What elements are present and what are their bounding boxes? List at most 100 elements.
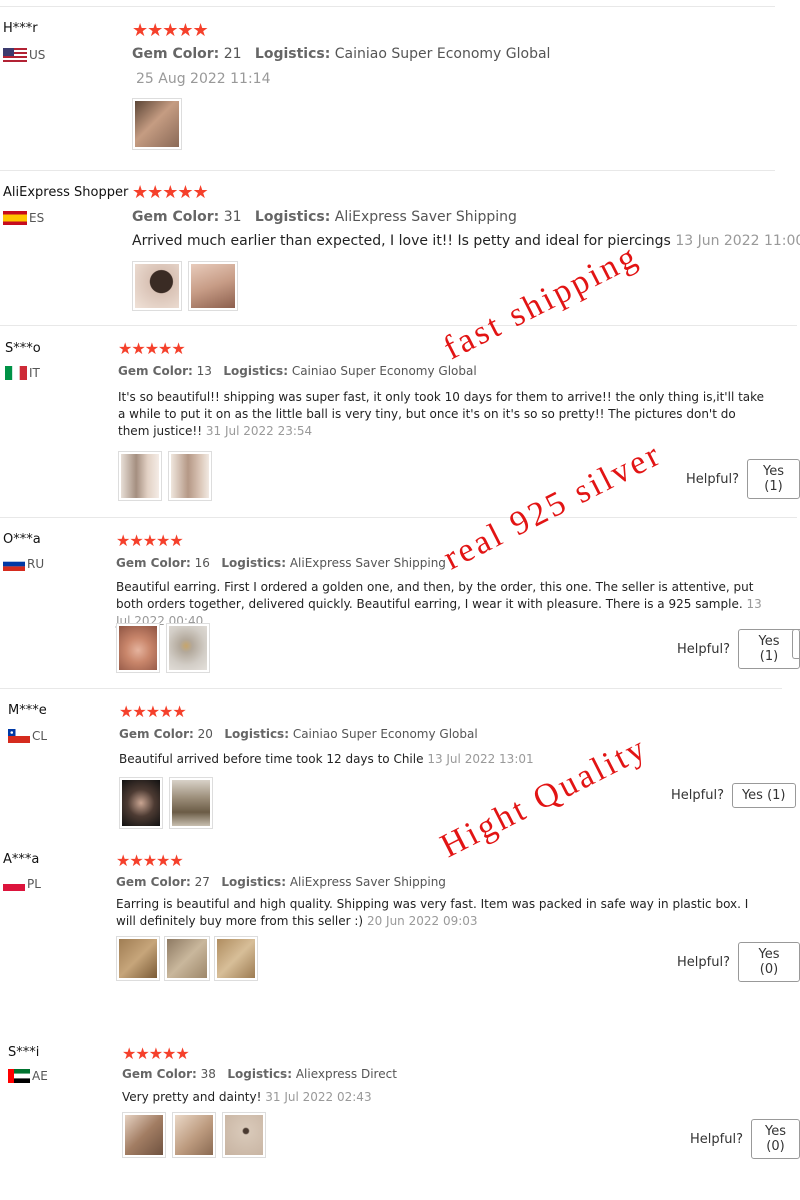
es-flag-icon <box>3 211 27 225</box>
review-photo[interactable] <box>132 98 182 150</box>
helpful-section: Helpful? Yes (1) <box>671 783 796 808</box>
review-photo[interactable] <box>118 451 162 501</box>
next-button-edge[interactable] <box>792 629 800 659</box>
helpful-label: Helpful? <box>686 471 739 487</box>
gem-color-value: 31 <box>223 209 242 225</box>
review-photo[interactable] <box>132 261 182 311</box>
reviewer-name: S***i <box>8 1045 40 1060</box>
review-photo[interactable] <box>116 623 160 673</box>
review-meta: Gem Color: 38 Logistics: Aliexpress Dire… <box>122 1067 397 1081</box>
country-code: IT <box>29 366 40 380</box>
star-rating: ★★★★★ <box>118 339 186 358</box>
review-date: 31 Jul 2022 23:54 <box>205 424 313 438</box>
country-code: US <box>29 48 46 62</box>
review-photos <box>116 936 258 981</box>
gem-color-value: 27 <box>194 875 210 889</box>
helpful-yes-button[interactable]: Yes (1) <box>731 783 796 808</box>
country-code: AE <box>32 1069 48 1083</box>
review-photos <box>132 98 182 150</box>
review-meta: Gem Color: 27 Logistics: AliExpress Save… <box>116 875 446 889</box>
logistics-value: Cainiao Super Economy Global <box>291 364 477 378</box>
helpful-label: Helpful? <box>690 1131 743 1147</box>
ae-flag-icon <box>8 1069 30 1083</box>
review-photo[interactable] <box>172 1112 216 1158</box>
review-photo[interactable] <box>164 936 210 981</box>
review-photo[interactable] <box>119 777 163 829</box>
review-text: Earring is beautiful and high quality. S… <box>116 897 749 928</box>
review-date: 25 Aug 2022 11:14 <box>136 71 271 87</box>
reviewer-name: M***e <box>8 703 47 718</box>
logistics-value: Cainiao Super Economy Global <box>292 727 478 741</box>
reviewer-name: S***o <box>5 341 41 356</box>
it-flag-icon <box>5 366 27 380</box>
reviewer-country: CL <box>8 729 47 743</box>
review-photo[interactable] <box>188 261 238 311</box>
review-photo[interactable] <box>222 1112 266 1158</box>
gem-color-value: 16 <box>194 556 210 570</box>
logistics-value: Aliexpress Direct <box>295 1067 397 1081</box>
reviewer-name: O***a <box>3 532 41 547</box>
review-photos <box>132 261 238 311</box>
review-photos <box>118 451 212 501</box>
logistics-value: AliExpress Saver Shipping <box>289 556 446 570</box>
review-date: 31 Jul 2022 02:43 <box>265 1090 372 1104</box>
review-text: Very pretty and dainty! 31 Jul 2022 02:4… <box>122 1090 372 1104</box>
star-rating: ★★★★★ <box>119 702 187 721</box>
review-date: 20 Jun 2022 09:03 <box>366 914 478 928</box>
ru-flag-icon <box>3 557 25 571</box>
country-code: PL <box>27 877 41 891</box>
helpful-yes-button[interactable]: Yes (0) <box>750 1119 800 1159</box>
reviewer-country: ES <box>3 211 44 225</box>
helpful-label: Helpful? <box>677 954 730 970</box>
helpful-label: Helpful? <box>671 788 724 803</box>
country-code: CL <box>32 729 48 743</box>
helpful-section: Helpful? Yes (1) <box>677 629 800 669</box>
star-rating: ★★★★★ <box>132 20 209 41</box>
review-card: H***r US ★★★★★ Gem Color: 21 Logistics: … <box>0 0 800 170</box>
logistics-value: Cainiao Super Economy Global <box>334 46 551 62</box>
reviewer-country: RU <box>3 557 44 571</box>
star-rating: ★★★★★ <box>116 531 184 550</box>
reviewer-name: AliExpress Shopper <box>3 185 129 200</box>
review-photo[interactable] <box>168 451 212 501</box>
review-meta: Gem Color: 21 Logistics: Cainiao Super E… <box>132 46 551 62</box>
review-text: Arrived much earlier than expected, I lo… <box>132 233 800 250</box>
review-card: S***o IT ★★★★★ Gem Color: 13 Logistics: … <box>0 325 800 517</box>
helpful-section: Helpful? Yes (0) <box>677 942 800 982</box>
helpful-section: Helpful? Yes (0) <box>690 1119 800 1159</box>
gem-color-value: 13 <box>196 364 212 378</box>
helpful-yes-button[interactable]: Yes (0) <box>737 942 800 982</box>
review-meta: Gem Color: 31 Logistics: AliExpress Save… <box>132 209 517 225</box>
logistics-value: AliExpress Saver Shipping <box>289 875 446 889</box>
helpful-yes-button[interactable]: Yes (1) <box>737 629 800 669</box>
gem-color-value: 21 <box>223 46 242 62</box>
logistics-value: AliExpress Saver Shipping <box>334 209 517 225</box>
review-date: 13 Jul 2022 13:01 <box>427 752 534 766</box>
review-photos <box>119 777 213 829</box>
review-meta: Gem Color: 13 Logistics: Cainiao Super E… <box>118 364 477 378</box>
star-rating: ★★★★★ <box>132 182 209 203</box>
pl-flag-icon <box>3 877 25 891</box>
review-photo[interactable] <box>116 936 160 981</box>
review-card: S***i AE ★★★★★ Gem Color: 38 Logistics: … <box>0 1035 800 1195</box>
review-text: Beautiful arrived before time took 12 da… <box>119 752 534 766</box>
reviewer-name: A***a <box>3 852 40 867</box>
helpful-label: Helpful? <box>677 641 730 657</box>
reviewer-country: IT <box>5 366 40 380</box>
review-photo[interactable] <box>122 1112 166 1158</box>
review-text: It's so beautiful!! shipping was super f… <box>118 390 765 438</box>
helpful-section: Helpful? Yes (1) <box>686 459 800 499</box>
cl-flag-icon <box>8 729 30 743</box>
review-meta: Gem Color: 20 Logistics: Cainiao Super E… <box>119 727 478 741</box>
review-photo[interactable] <box>214 936 258 981</box>
review-text: Beautiful earring. First I ordered a gol… <box>116 580 762 628</box>
gem-color-value: 38 <box>200 1067 216 1081</box>
helpful-yes-button[interactable]: Yes (1) <box>746 459 800 499</box>
reviewer-country: AE <box>8 1069 48 1083</box>
us-flag-icon <box>3 48 27 62</box>
review-date: 13 Jun 2022 11:00 <box>675 233 800 249</box>
review-photo[interactable] <box>166 623 210 673</box>
review-photo[interactable] <box>169 777 213 829</box>
review-photos <box>122 1112 266 1158</box>
review-card: M***e CL ★★★★★ Gem Color: 20 Logistics: … <box>0 688 800 843</box>
